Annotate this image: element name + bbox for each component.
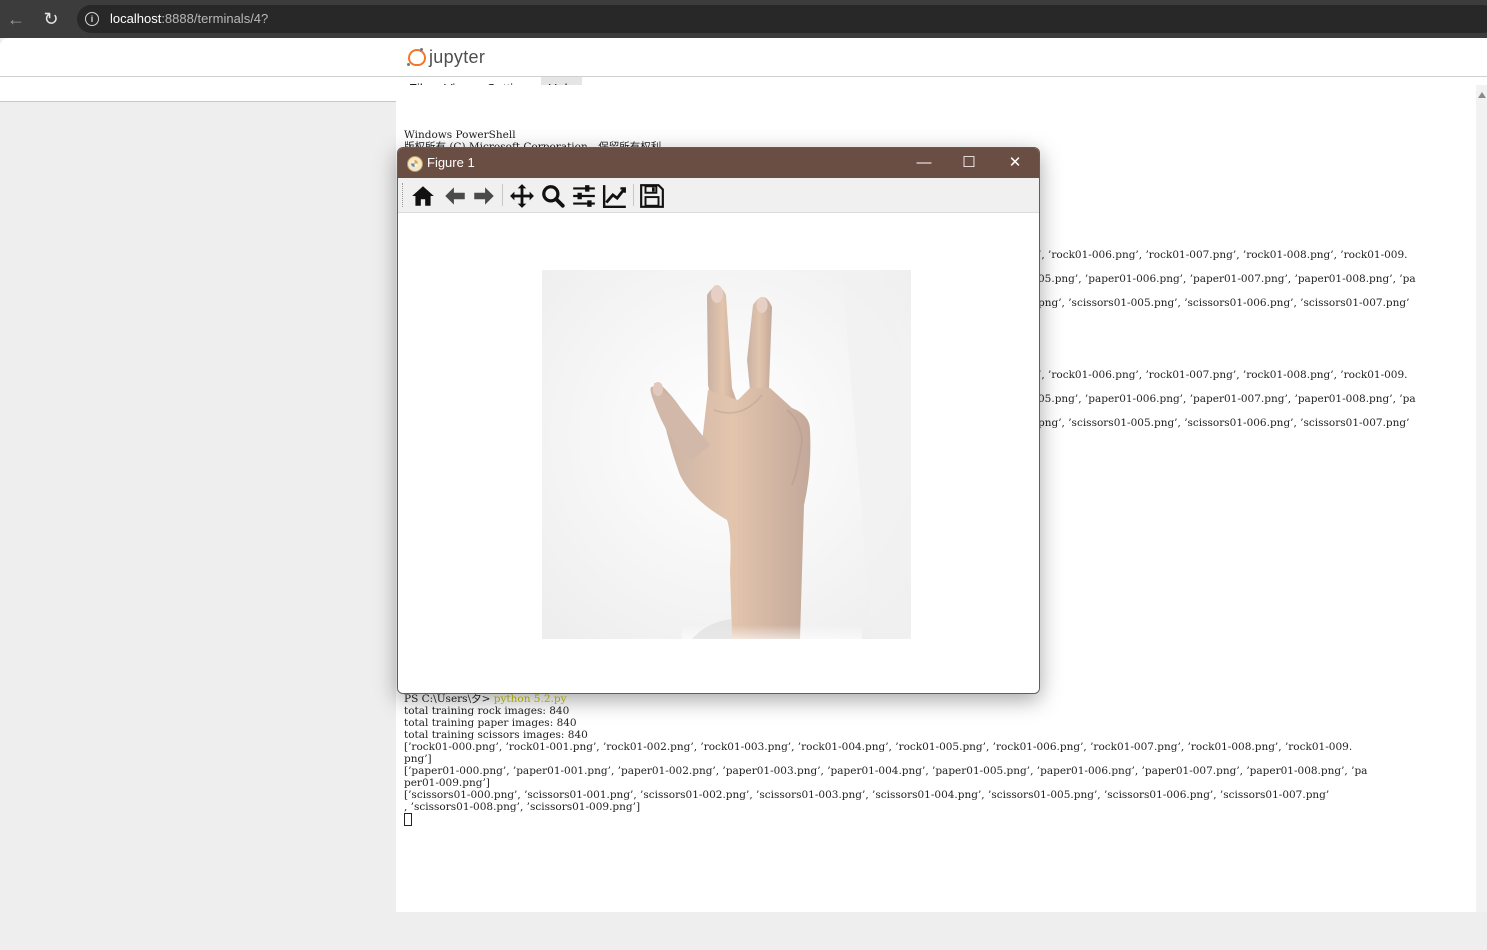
back-arrow-icon[interactable]: [442, 183, 468, 209]
terminal-line: png’, ’scissors01-005.png’, ’scissors01-…: [1038, 417, 1410, 429]
maximize-button[interactable]: ☐: [946, 148, 992, 178]
matplotlib-app-icon: [407, 156, 423, 172]
jupyter-logo-text: jupyter: [429, 46, 486, 67]
terminal-line: 05.png’, ’paper01-006.png’, ’paper01-007…: [1038, 273, 1416, 285]
terminal-line: [’scissors01-000.png’, ’scissors01-001.p…: [404, 789, 1330, 801]
figure-toolbar: [398, 178, 1039, 213]
jupyter-logo-icon: [406, 48, 426, 66]
configure-subplots-icon[interactable]: [571, 183, 597, 209]
terminal-line: , ’scissors01-008.png’, ’scissors01-009.…: [404, 801, 641, 813]
back-arrow-icon[interactable]: ←: [5, 8, 27, 30]
terminal-cursor: [404, 813, 412, 826]
figure-canvas[interactable]: [398, 213, 1039, 693]
terminal-scrollbar[interactable]: [1476, 85, 1487, 912]
site-info-icon[interactable]: i: [85, 12, 99, 26]
figure-window[interactable]: Figure 1 — ☐ ✕: [397, 147, 1040, 694]
terminal-line: total training rock images: 840: [404, 705, 570, 717]
reload-icon[interactable]: ↻: [40, 8, 62, 30]
terminal-line: per01-009.png’]: [404, 777, 490, 789]
edit-axis-icon[interactable]: [602, 183, 628, 209]
scroll-up-icon[interactable]: [1478, 92, 1486, 98]
toolbar-separator: [502, 184, 503, 206]
terminal-prompt: PS C:\Users\夕>: [404, 693, 494, 705]
browser-toolbar: ← ↻ i localhost:8888/terminals/4?: [0, 0, 1487, 38]
save-floppy-icon[interactable]: [639, 183, 665, 209]
terminal-line: total training paper images: 840: [404, 717, 577, 729]
terminal-line: total training scissors images: 840: [404, 729, 588, 741]
jupyter-logo[interactable]: jupyter: [406, 46, 485, 68]
close-button[interactable]: ✕: [992, 148, 1038, 178]
pan-move-icon[interactable]: [509, 183, 535, 209]
zoom-magnifier-icon[interactable]: [540, 183, 566, 209]
terminal-command: python 5.2.py: [493, 693, 567, 705]
terminal-prompt-line: PS C:\Users\夕> python 5.2.py: [404, 693, 567, 705]
terminal-line: ’, ’rock01-006.png’, ’rock01-007.png’, ’…: [1038, 249, 1408, 261]
terminal-line: 05.png’, ’paper01-006.png’, ’paper01-007…: [1038, 393, 1416, 405]
terminal-line: png’]: [404, 753, 432, 765]
url-text[interactable]: localhost:8888/terminals/4?: [110, 11, 268, 26]
figure-title: Figure 1: [427, 155, 475, 170]
forward-arrow-icon[interactable]: [471, 183, 497, 209]
terminal-line: Windows PowerShell: [404, 129, 516, 141]
figure-titlebar[interactable]: Figure 1 — ☐ ✕: [398, 148, 1039, 178]
address-bar[interactable]: i localhost:8888/terminals/4?: [77, 5, 1487, 33]
terminal-line: ’, ’rock01-006.png’, ’rock01-007.png’, ’…: [1038, 369, 1408, 381]
minimize-button[interactable]: —: [901, 148, 947, 178]
toolbar-grip[interactable]: [402, 183, 405, 207]
toolbar-separator: [633, 184, 634, 206]
jupyter-header: jupyter: [0, 38, 1487, 77]
home-icon[interactable]: [410, 183, 436, 209]
terminal-line: [’rock01-000.png’, ’rock01-001.png’, ’ro…: [404, 741, 1353, 753]
terminal-line: [’paper01-000.png’, ’paper01-001.png’, ’…: [404, 765, 1368, 777]
hand-scissors-image: [542, 270, 911, 639]
terminal-line: png’, ’scissors01-005.png’, ’scissors01-…: [1038, 297, 1410, 309]
